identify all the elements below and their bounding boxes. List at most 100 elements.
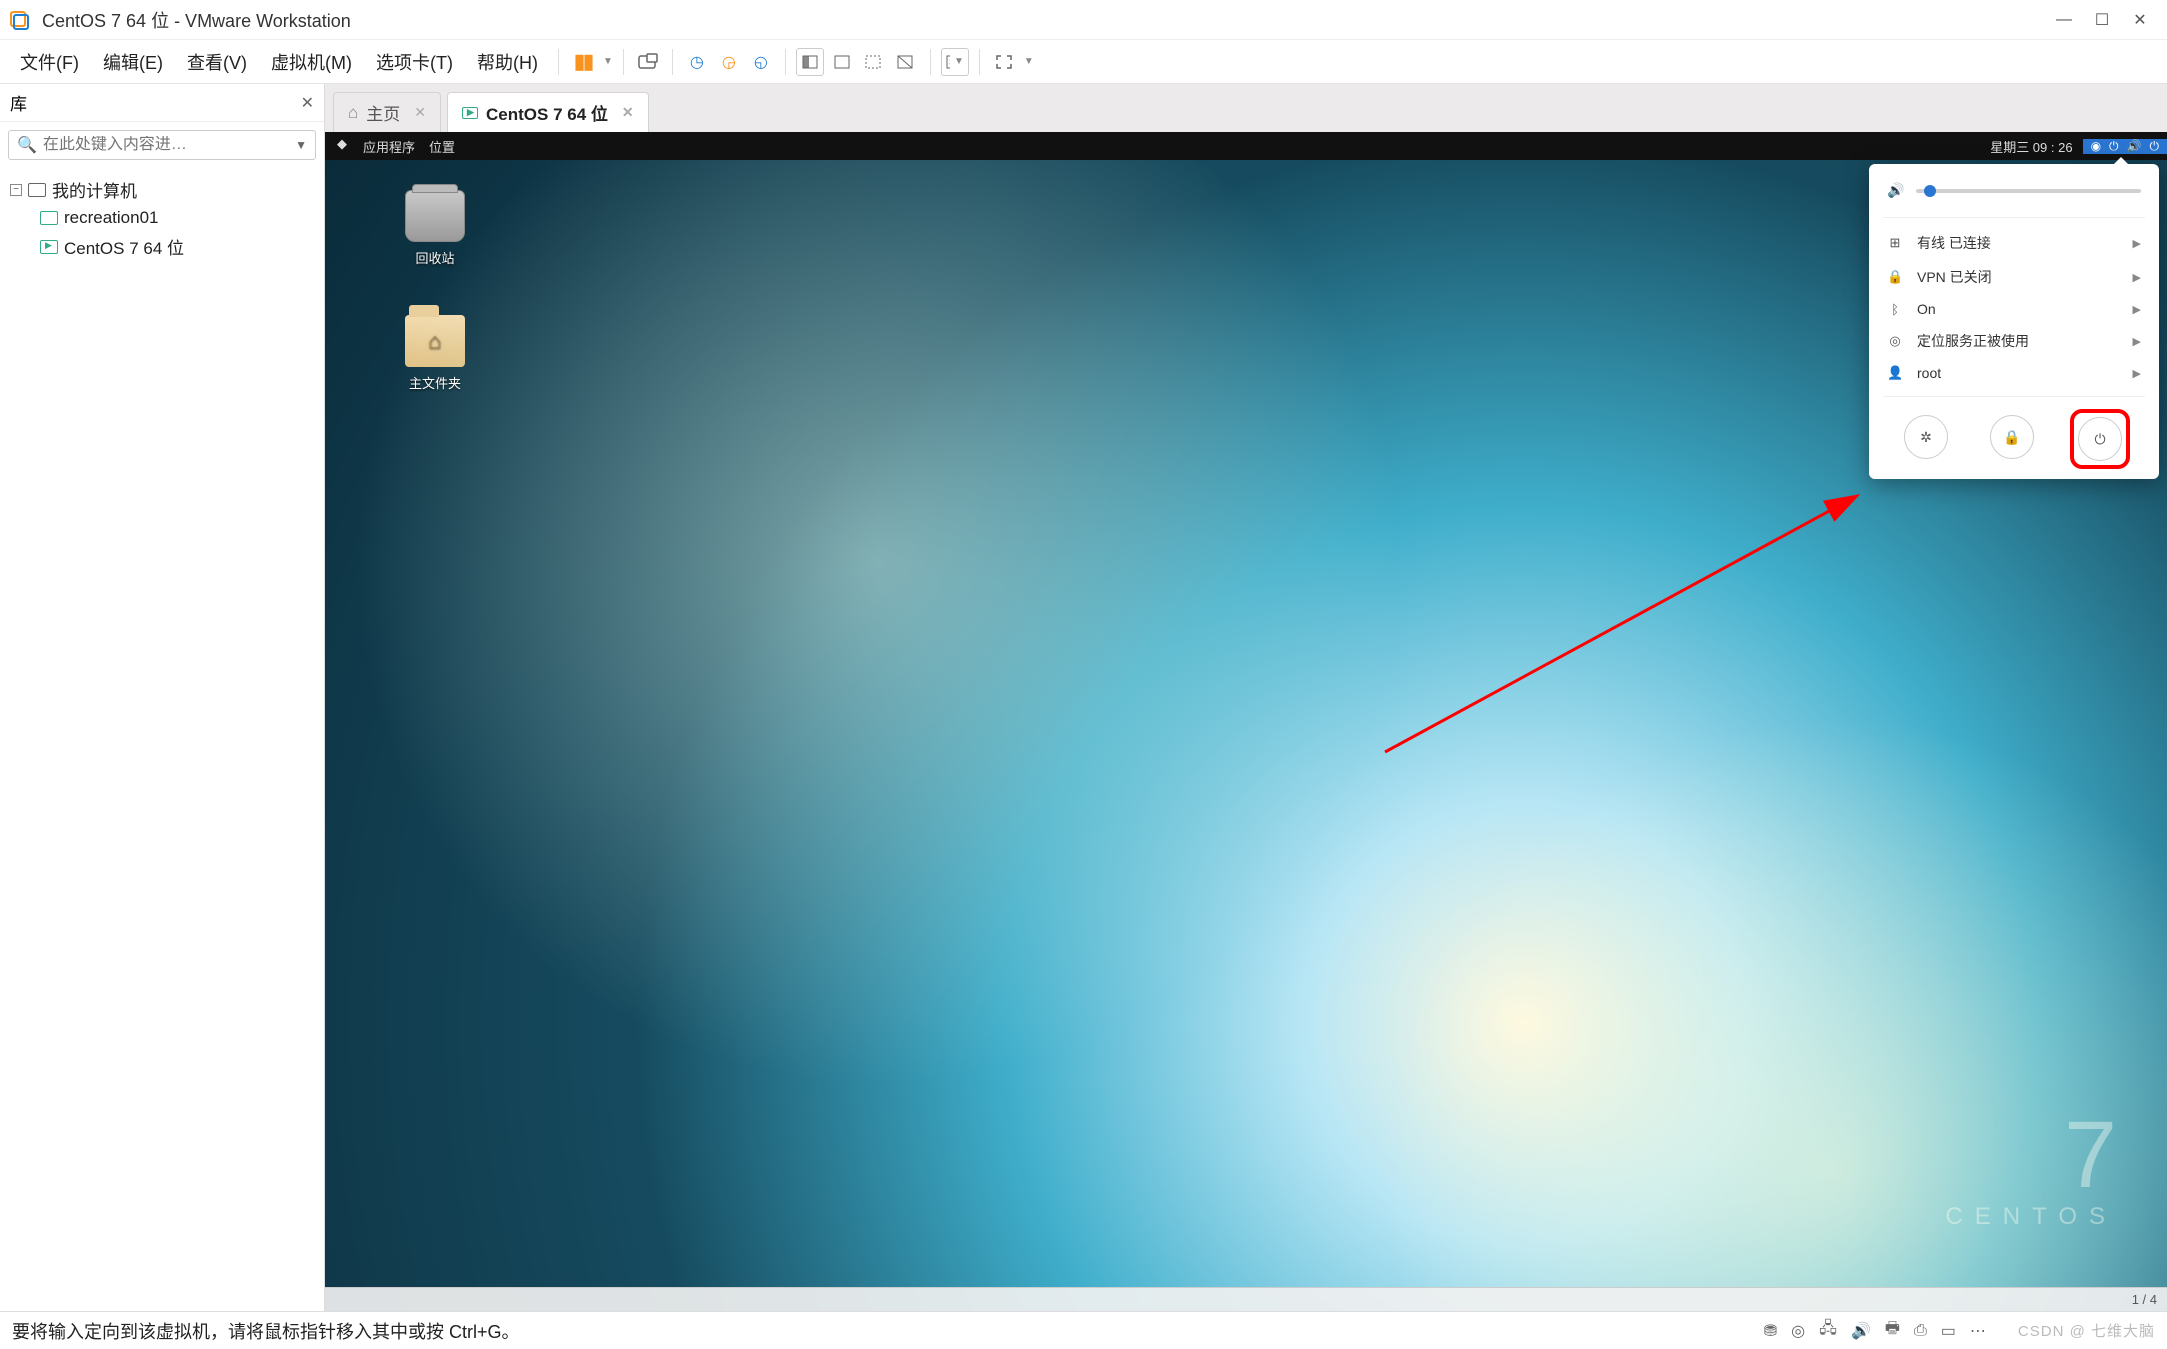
power-tray-icon: ⏻ <box>2150 139 2160 154</box>
chevron-right-icon: ▶ <box>2133 335 2141 348</box>
tree-collapse-icon[interactable]: − <box>10 184 22 196</box>
sysmenu-wired[interactable]: ⊞ 有线 已连接 ▶ <box>1869 226 2159 260</box>
library-search-input[interactable] <box>43 136 295 154</box>
tree-root[interactable]: − 我的计算机 <box>10 174 314 205</box>
usb-icon[interactable]: ⎙ <box>1914 1322 1927 1340</box>
lock-button[interactable]: 🔒 <box>1990 415 2034 459</box>
sysmenu-vpn-label: VPN 已关闭 <box>1917 267 1992 287</box>
view-multi-button[interactable] <box>860 48 888 76</box>
cd-icon[interactable]: ◎ <box>1791 1321 1805 1341</box>
folder-home-icon <box>405 315 465 367</box>
snapshot-button[interactable]: ◷ <box>683 48 711 76</box>
sysmenu-user-label: root <box>1917 365 1941 381</box>
chevron-right-icon: ▶ <box>2133 303 2141 316</box>
network-icon: ⏻ <box>2109 139 2119 154</box>
tab-home[interactable]: ⌂ 主页 ✕ <box>333 92 441 132</box>
menu-vm[interactable]: 虚拟机(M) <box>261 45 362 79</box>
library-search[interactable]: 🔍 ▼ <box>8 130 316 160</box>
library-tree: − 我的计算机 recreation01 CentOS 7 64 位 <box>0 168 324 268</box>
host-status-bar: 要将输入定向到该虚拟机，请将鼠标指针移入其中或按 Ctrl+G。 ⛃ ◎ 🖧 🔊… <box>0 1311 2167 1349</box>
sysmenu-vpn[interactable]: 🔒 VPN 已关闭 ▶ <box>1869 260 2159 294</box>
menu-bar: 文件(F) 编辑(E) 查看(V) 虚拟机(M) 选项卡(T) 帮助(H) ▮▮… <box>0 40 2167 84</box>
settings-button[interactable]: ✲ <box>1904 415 1948 459</box>
menu-edit[interactable]: 编辑(E) <box>93 45 173 79</box>
revert-snapshot-button[interactable]: ◶ <box>715 48 743 76</box>
sound-icon[interactable]: 🔊 <box>1851 1321 1871 1341</box>
trash-icon <box>405 190 465 242</box>
power-button[interactable]: ⏻ <box>2078 417 2122 461</box>
send-ctrl-alt-del-button[interactable] <box>634 48 662 76</box>
console-view-button[interactable]: >_▼ <box>941 48 969 76</box>
menu-file[interactable]: 文件(F) <box>10 45 89 79</box>
gnome-clock[interactable]: 星期三 09 : 26 <box>1990 137 2072 156</box>
svg-text:>_: >_ <box>949 57 950 67</box>
search-icon: 🔍 <box>17 135 37 155</box>
computer-icon <box>28 183 46 197</box>
tab-centos-close[interactable]: ✕ <box>622 104 634 121</box>
maximize-button[interactable]: ☐ <box>2093 11 2111 29</box>
library-panel: 库 ✕ 🔍 ▼ − 我的计算机 recreation01 <box>0 84 325 1311</box>
brand-name: CENTOS <box>1945 1203 2117 1231</box>
home-icon: ⌂ <box>348 103 358 123</box>
accessibility-icon: ◉ <box>2091 139 2101 153</box>
snapshot-manager-button[interactable]: ◵ <box>747 48 775 76</box>
sysmenu-bt-label: On <box>1917 301 1936 317</box>
sysmenu-location[interactable]: ◎ 定位服务正被使用 ▶ <box>1869 324 2159 358</box>
activities-icon[interactable]: ◆ <box>335 137 349 151</box>
volume-tray-icon: 🔊 <box>2127 139 2142 153</box>
sysmenu-location-label: 定位服务正被使用 <box>1917 331 2029 351</box>
gnome-top-bar: ◆ 应用程序 位置 星期三 09 : 26 ◉ ⏻ 🔊 ⏻ <box>325 132 2167 160</box>
chevron-right-icon: ▶ <box>2133 367 2141 380</box>
vm-console[interactable]: ◆ 应用程序 位置 星期三 09 : 26 ◉ ⏻ 🔊 ⏻ <box>325 132 2167 1311</box>
volume-icon: 🔊 <box>1887 182 1904 199</box>
pause-dropdown-icon[interactable]: ▼ <box>603 56 613 67</box>
gnome-system-tray[interactable]: ◉ ⏻ 🔊 ⏻ <box>2083 139 2167 154</box>
tree-item-centos[interactable]: CentOS 7 64 位 <box>10 231 314 262</box>
gnome-places-menu[interactable]: 位置 <box>429 137 455 156</box>
view-thumbnail-button[interactable] <box>828 48 856 76</box>
desktop-trash[interactable]: 回收站 <box>395 190 475 267</box>
fullscreen-button[interactable] <box>990 48 1018 76</box>
menu-tabs[interactable]: 选项卡(T) <box>366 45 463 79</box>
display-icon[interactable]: ▭ <box>1941 1321 1956 1341</box>
net-icon[interactable]: 🖧 <box>1819 1317 1837 1344</box>
close-button[interactable]: ✕ <box>2131 11 2149 29</box>
wired-icon: ⊞ <box>1887 235 1903 251</box>
annotation-highlight: ⏻ <box>2076 415 2124 463</box>
tree-root-label: 我的计算机 <box>52 177 137 202</box>
library-title: 库 <box>10 90 27 115</box>
sysmenu-user[interactable]: 👤 root ▶ <box>1869 358 2159 388</box>
search-dropdown-icon[interactable]: ▼ <box>295 138 307 152</box>
library-close-button[interactable]: ✕ <box>301 93 314 113</box>
title-bar: CentOS 7 64 位 - VMware Workstation — ☐ ✕ <box>0 0 2167 40</box>
view-unity-button[interactable] <box>892 48 920 76</box>
menu-help[interactable]: 帮助(H) <box>467 45 548 79</box>
gnome-apps-menu[interactable]: 应用程序 <box>363 137 415 156</box>
menu-view[interactable]: 查看(V) <box>177 45 257 79</box>
tab-centos[interactable]: CentOS 7 64 位 ✕ <box>447 92 649 132</box>
vmware-logo-icon <box>8 9 30 31</box>
tab-centos-label: CentOS 7 64 位 <box>486 100 608 125</box>
volume-slider[interactable] <box>1916 189 2141 193</box>
power-icon: ⏻ <box>2094 431 2105 448</box>
window-title: CentOS 7 64 位 - VMware Workstation <box>42 7 351 33</box>
desktop-home-folder[interactable]: 主文件夹 <box>395 315 475 392</box>
printer-icon[interactable]: 🖶 <box>1885 1317 1900 1344</box>
minimize-button[interactable]: — <box>2055 11 2073 29</box>
chevron-right-icon: ▶ <box>2133 237 2141 250</box>
message-icon[interactable]: ⋯ <box>1970 1321 1986 1341</box>
desktop-trash-label: 回收站 <box>395 248 475 267</box>
status-hint: 要将输入定向到该虚拟机，请将鼠标指针移入其中或按 Ctrl+G。 <box>12 1318 520 1344</box>
fullscreen-dropdown-icon[interactable]: ▼ <box>1024 56 1034 67</box>
sysmenu-bluetooth[interactable]: ᛒ On ▶ <box>1869 294 2159 324</box>
location-icon: ◎ <box>1887 333 1903 349</box>
view-single-button[interactable] <box>796 48 824 76</box>
tab-home-close[interactable]: ✕ <box>414 104 426 121</box>
pause-vm-button[interactable]: ▮▮ <box>569 48 597 76</box>
vpn-icon: 🔒 <box>1887 269 1903 285</box>
settings-icon: ✲ <box>1920 429 1932 446</box>
tree-item-recreation01[interactable]: recreation01 <box>10 205 314 231</box>
bluetooth-icon: ᛒ <box>1887 302 1903 317</box>
hdd-icon[interactable]: ⛃ <box>1764 1321 1777 1341</box>
lock-icon: 🔒 <box>2003 429 2020 446</box>
